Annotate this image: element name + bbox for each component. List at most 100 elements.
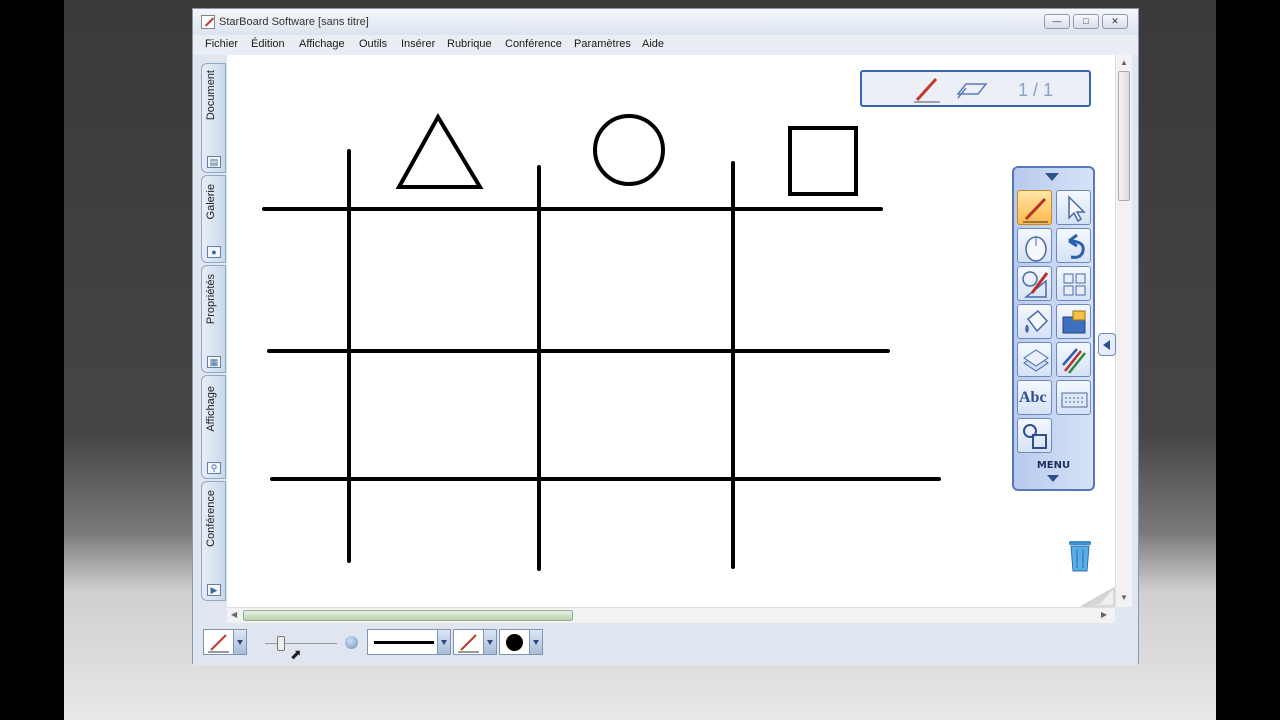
- shape-pen-icon: [1022, 271, 1049, 298]
- bottom-toolbar: [193, 623, 1138, 665]
- window-title: StarBoard Software [sans titre]: [219, 16, 369, 28]
- pen-type-select[interactable]: [203, 629, 247, 655]
- page-tools: [914, 77, 988, 103]
- chevron-down-icon[interactable]: [483, 630, 496, 654]
- minimize-button[interactable]: —: [1044, 14, 1070, 29]
- whiteboard-canvas[interactable]: [227, 55, 1115, 607]
- screen-layout-button[interactable]: [1056, 266, 1091, 301]
- vertical-scrollbar[interactable]: ▲ ▼: [1115, 55, 1132, 607]
- size-slider-track[interactable]: [265, 643, 337, 644]
- tab-conference-label: Conférence: [205, 490, 217, 547]
- page-counter: 1 / 1: [1018, 80, 1054, 100]
- tab-document-label: Document: [205, 70, 217, 121]
- line-style-select[interactable]: [367, 629, 451, 655]
- magnifier-icon: ⚲: [207, 462, 221, 474]
- gallery-icon: ●: [207, 246, 221, 258]
- pen-color-icon: [458, 634, 479, 653]
- tab-affichage[interactable]: Affichage ⚲: [201, 375, 226, 479]
- drawing-layer[interactable]: [227, 55, 1115, 607]
- tab-conference[interactable]: Conférence ▶: [201, 481, 226, 601]
- text-tool-button[interactable]: Abc: [1017, 380, 1052, 415]
- keyboard-icon: [1061, 392, 1088, 408]
- mouse-tool-button[interactable]: [1017, 228, 1052, 263]
- chevron-down-icon[interactable]: [529, 630, 542, 654]
- undo-button[interactable]: [1056, 228, 1091, 263]
- pen-icon: [1023, 197, 1048, 223]
- pen-set-icon: [1062, 348, 1086, 374]
- menu-fichier[interactable]: Fichier: [205, 38, 238, 50]
- mouse-cursor: ⬈: [290, 646, 302, 662]
- scroll-left-arrow[interactable]: ◀: [231, 610, 237, 619]
- square-shape: [788, 126, 858, 196]
- shapes-tool-button[interactable]: [1017, 418, 1052, 453]
- grid-icon: [1063, 273, 1086, 296]
- pen-icon: [208, 634, 229, 653]
- shapes-icon: [1023, 424, 1047, 449]
- layers-tool-button[interactable]: [1017, 342, 1052, 377]
- keyboard-tool-button[interactable]: [1056, 380, 1091, 415]
- close-button[interactable]: ✕: [1102, 14, 1128, 29]
- maximize-button[interactable]: □: [1073, 14, 1099, 29]
- menu-inserer[interactable]: Insérer: [401, 38, 435, 50]
- horizontal-scroll-thumb[interactable]: [243, 610, 573, 621]
- bucket-icon: [1025, 309, 1049, 333]
- tab-proprietes[interactable]: Propriétés ▦: [201, 265, 226, 373]
- menu-outils[interactable]: Outils: [359, 38, 387, 50]
- scroll-down-arrow[interactable]: ▼: [1120, 593, 1128, 602]
- side-tabs: Document ▤ Galerie ● Propriétés ▦ Affich…: [201, 55, 227, 603]
- properties-icon: ▦: [207, 356, 221, 368]
- pen-tool-button[interactable]: [1017, 190, 1052, 225]
- photo-icon: [1062, 310, 1086, 334]
- menu-conference[interactable]: Conférence: [505, 38, 562, 50]
- fill-color-swatch: [506, 634, 523, 651]
- layers-icon: [956, 83, 988, 99]
- pen-color-select[interactable]: [453, 629, 497, 655]
- line-style-preview: [374, 641, 434, 644]
- scroll-right-arrow[interactable]: ▶: [1101, 610, 1107, 619]
- shape-pen-tool-button[interactable]: [1017, 266, 1052, 301]
- panel-toggle-button[interactable]: [1098, 333, 1116, 356]
- document-icon: ▤: [207, 156, 221, 168]
- text-abc-icon: Abc: [1019, 389, 1047, 406]
- capture-tool-button[interactable]: [1056, 304, 1091, 339]
- size-slider-thumb[interactable]: [277, 636, 285, 651]
- scroll-up-arrow[interactable]: ▲: [1120, 58, 1128, 67]
- tab-document[interactable]: Document ▤: [201, 63, 226, 173]
- conference-icon: ▶: [207, 584, 221, 596]
- app-icon: [201, 15, 215, 29]
- tab-proprietes-label: Propriétés: [205, 274, 217, 325]
- pointer-icon: [1068, 195, 1086, 223]
- menu-button-label[interactable]: MENU: [1014, 460, 1093, 471]
- menu-bar: Fichier Édition Affichage Outils Insérer…: [193, 35, 1138, 55]
- menu-edition[interactable]: Édition: [251, 38, 285, 50]
- horizontal-scrollbar[interactable]: ◀ ▶: [227, 607, 1115, 623]
- circle-shape: [593, 114, 665, 186]
- tab-galerie[interactable]: Galerie ●: [201, 175, 226, 263]
- undo-icon: [1068, 233, 1085, 259]
- layers-icon: [1023, 349, 1049, 372]
- title-bar[interactable]: StarBoard Software [sans titre] — □ ✕: [193, 9, 1138, 35]
- tool-panel: Abc MENU: [1012, 166, 1095, 491]
- pen-set-button[interactable]: [1056, 342, 1091, 377]
- vertical-scroll-thumb[interactable]: [1118, 71, 1130, 201]
- tab-affichage-label: Affichage: [205, 386, 217, 432]
- menu-chevron-down-icon[interactable]: [1047, 475, 1059, 482]
- pointer-tool-button[interactable]: [1056, 190, 1091, 225]
- menu-aide[interactable]: Aide: [642, 38, 664, 50]
- collapse-down-icon[interactable]: [1045, 173, 1059, 181]
- menu-parametres[interactable]: Paramètres: [574, 38, 631, 50]
- chevron-down-icon[interactable]: [233, 630, 246, 654]
- chevron-down-icon[interactable]: [437, 630, 450, 654]
- fill-tool-button[interactable]: [1017, 304, 1052, 339]
- trash-icon[interactable]: [1066, 537, 1094, 575]
- pen-icon: [915, 77, 938, 102]
- mouse-icon: [1025, 236, 1047, 262]
- fill-color-select[interactable]: [499, 629, 543, 655]
- menu-affichage[interactable]: Affichage: [299, 38, 345, 50]
- triangle-shape: [395, 113, 484, 189]
- page-curl-icon[interactable]: [1080, 586, 1116, 608]
- tab-galerie-label: Galerie: [205, 184, 217, 220]
- page-navigator[interactable]: 1 / 1: [860, 70, 1091, 107]
- pen-size-preview: [345, 636, 358, 649]
- menu-rubrique[interactable]: Rubrique: [447, 38, 492, 50]
